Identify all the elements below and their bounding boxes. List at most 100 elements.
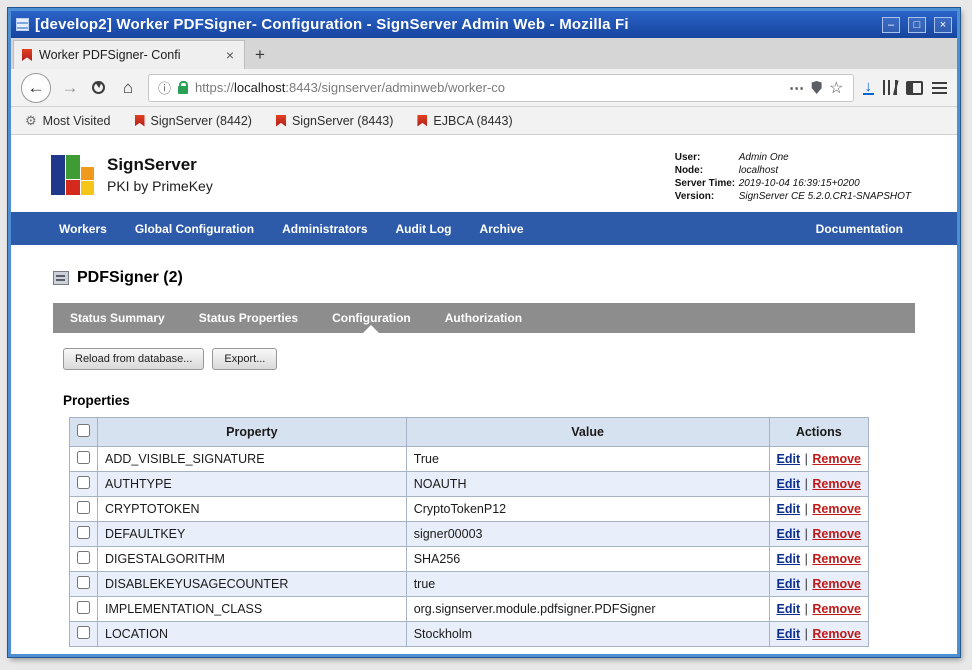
- value-cell: True: [405, 446, 770, 472]
- row-checkbox[interactable]: [77, 526, 90, 539]
- edit-link[interactable]: Edit: [777, 502, 801, 516]
- reload-from-database-button[interactable]: Reload from database...: [63, 348, 205, 370]
- home-icon[interactable]: ⌂: [117, 78, 139, 98]
- nav-item-workers[interactable]: Workers: [45, 222, 121, 236]
- flag-icon: [275, 114, 286, 127]
- edit-link[interactable]: Edit: [777, 602, 801, 616]
- remove-link[interactable]: Remove: [812, 477, 861, 491]
- new-tab-button[interactable]: +: [245, 40, 275, 69]
- tab-close-icon[interactable]: ×: [224, 47, 236, 63]
- remove-link[interactable]: Remove: [812, 452, 861, 466]
- worker-tabstrip: Status Summary Status Properties Configu…: [53, 303, 915, 333]
- tab-status-summary[interactable]: Status Summary: [53, 303, 182, 333]
- browser-tab[interactable]: Worker PDFSigner- Confi ×: [13, 40, 245, 69]
- session-info: User: Admin One Node: localhost Server T…: [675, 151, 911, 203]
- remove-link[interactable]: Remove: [812, 577, 861, 591]
- row-checkbox[interactable]: [77, 551, 90, 564]
- edit-link[interactable]: Edit: [777, 452, 801, 466]
- signserver-favicon: [22, 49, 32, 61]
- brand-subtitle: PKI by PrimeKey: [107, 178, 213, 194]
- nav-item-administrators[interactable]: Administrators: [268, 222, 381, 236]
- page-info-icon[interactable]: ⓘ: [158, 78, 171, 97]
- bookmarks-bar: ⚙ Most Visited SignServer (8442) SignSer…: [11, 107, 957, 135]
- table-row: IMPLEMENTATION_CLASS org.signserver.modu…: [69, 596, 870, 622]
- actions-cell: Edit | Remove: [768, 571, 870, 597]
- bookmark-most-visited[interactable]: ⚙ Most Visited: [25, 113, 111, 129]
- close-button[interactable]: ×: [934, 16, 952, 33]
- row-checkbox[interactable]: [77, 576, 90, 589]
- shade-button[interactable]: –: [882, 16, 900, 33]
- bookmark-star-icon[interactable]: ☆: [829, 78, 843, 98]
- table-header-row: Property Value Actions: [69, 417, 870, 447]
- edit-link[interactable]: Edit: [777, 477, 801, 491]
- tab-configuration[interactable]: Configuration: [315, 303, 428, 333]
- tab-authorization[interactable]: Authorization: [428, 303, 539, 333]
- remove-link[interactable]: Remove: [812, 552, 861, 566]
- value-cell: Stockholm: [405, 621, 770, 647]
- actions-cell: Edit | Remove: [768, 446, 870, 472]
- nav-item-archive[interactable]: Archive: [465, 222, 537, 236]
- table-row: AUTHTYPE NOAUTH Edit | Remove: [69, 471, 870, 497]
- actions-cell: Edit | Remove: [768, 596, 870, 622]
- lock-icon[interactable]: [178, 80, 189, 94]
- library-icon[interactable]: [883, 80, 897, 95]
- table-row: ADD_VISIBLE_SIGNATURE True Edit | Remove: [69, 446, 870, 472]
- row-checkbox[interactable]: [77, 626, 90, 639]
- page-actions-icon[interactable]: ⋯: [789, 79, 804, 97]
- col-value: Value: [405, 417, 770, 447]
- table-row: DIGESTALGORITHM SHA256 Edit | Remove: [69, 546, 870, 572]
- downloads-icon[interactable]: ↓: [862, 79, 874, 95]
- property-cell: CRYPTOTOKEN: [97, 496, 407, 522]
- nav-item-documentation[interactable]: Documentation: [802, 222, 917, 236]
- edit-link[interactable]: Edit: [777, 627, 801, 641]
- signserver-logo: [51, 154, 96, 195]
- edit-link[interactable]: Edit: [777, 552, 801, 566]
- flag-icon: [134, 114, 145, 127]
- row-checkbox[interactable]: [77, 601, 90, 614]
- page-content: SignServer PKI by PrimeKey User: Admin O…: [11, 135, 957, 654]
- remove-link[interactable]: Remove: [812, 602, 861, 616]
- row-checkbox[interactable]: [77, 501, 90, 514]
- tab-status-properties[interactable]: Status Properties: [182, 303, 315, 333]
- nav-item-audit-log[interactable]: Audit Log: [382, 222, 466, 236]
- edit-link[interactable]: Edit: [777, 577, 801, 591]
- remove-link[interactable]: Remove: [812, 502, 861, 516]
- bookmark-signserver-8442[interactable]: SignServer (8442): [134, 114, 252, 128]
- value-cell: org.signserver.module.pdfsigner.PDFSigne…: [405, 596, 770, 622]
- worker-icon: [53, 271, 69, 285]
- forward-button[interactable]: →: [60, 78, 80, 98]
- nav-item-global-configuration[interactable]: Global Configuration: [121, 222, 268, 236]
- actions-cell: Edit | Remove: [768, 621, 870, 647]
- back-button[interactable]: ←: [21, 72, 51, 103]
- bookmark-ejbca-8443[interactable]: EJBCA (8443): [417, 114, 513, 128]
- main-nav: Workers Global Configuration Administrat…: [11, 212, 957, 245]
- maximize-button[interactable]: □: [908, 16, 926, 33]
- url-bar[interactable]: ⓘ https://localhost:8443/signserver/admi…: [148, 73, 854, 102]
- bookmark-signserver-8443[interactable]: SignServer (8443): [275, 114, 393, 128]
- edit-link[interactable]: Edit: [777, 527, 801, 541]
- row-checkbox[interactable]: [77, 451, 90, 464]
- window-title: [develop2] Worker PDFSigner- Configurati…: [35, 16, 629, 33]
- flag-icon: [417, 114, 428, 127]
- remove-link[interactable]: Remove: [812, 627, 861, 641]
- page-header: SignServer PKI by PrimeKey User: Admin O…: [11, 135, 957, 212]
- actions-cell: Edit | Remove: [768, 471, 870, 497]
- export-button[interactable]: Export...: [212, 348, 278, 370]
- value-cell: true: [405, 571, 770, 597]
- row-checkbox[interactable]: [77, 476, 90, 489]
- table-row: LOCATION Stockholm Edit | Remove: [69, 621, 870, 647]
- sidebar-icon[interactable]: [906, 80, 923, 95]
- table-row: DISABLEKEYUSAGECOUNTER true Edit | Remov…: [69, 571, 870, 597]
- actions-cell: Edit | Remove: [768, 546, 870, 572]
- reload-icon[interactable]: [92, 81, 105, 94]
- navigation-toolbar: ← → ⌂ ⓘ https://localhost:8443/signserve…: [11, 69, 957, 107]
- table-row: DEFAULTKEY signer00003 Edit | Remove: [69, 521, 870, 547]
- gear-icon: ⚙: [25, 112, 37, 128]
- value-cell: CryptoTokenP12: [405, 496, 770, 522]
- remove-link[interactable]: Remove: [812, 527, 861, 541]
- window-titlebar: [develop2] Worker PDFSigner- Configurati…: [11, 11, 957, 38]
- hamburger-menu-icon[interactable]: [932, 81, 947, 94]
- col-actions: Actions: [768, 417, 870, 447]
- select-all-checkbox[interactable]: [77, 424, 90, 437]
- shield-icon[interactable]: [811, 81, 822, 94]
